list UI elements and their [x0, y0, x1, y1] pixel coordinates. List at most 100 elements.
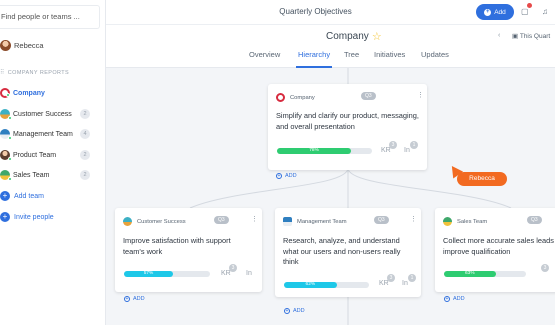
- card-header: Customer Success: [123, 217, 186, 226]
- more-icon[interactable]: ⋮: [251, 215, 258, 223]
- kr-count: 3: [229, 264, 237, 272]
- section-label: ⠿ COMPANY REPORTS: [0, 69, 69, 77]
- team-icon: [0, 109, 12, 120]
- top-bar: Quarterly Objectives + Add ▢ ♫: [106, 0, 555, 25]
- sidebar-item-management-team[interactable]: Management Team 4: [0, 127, 100, 141]
- add-button[interactable]: + Add: [476, 4, 514, 20]
- kr-count: 3: [541, 264, 549, 272]
- quarter-badge: Q3: [374, 216, 389, 224]
- plus-icon: +: [444, 296, 450, 302]
- card-team-name: Customer Success: [137, 218, 186, 225]
- sidebar: Find people or teams ... Rebecca ⠿ COMPA…: [0, 0, 106, 325]
- plus-icon: +: [484, 8, 492, 16]
- tab-hierarchy[interactable]: Hierarchy: [296, 50, 333, 68]
- add-child-button[interactable]: + ADD: [276, 173, 297, 179]
- sidebar-item-label: Company: [13, 89, 45, 97]
- plus-icon: +: [0, 212, 10, 222]
- progress-bar: 57%: [124, 271, 210, 277]
- kr-label[interactable]: KR: [381, 147, 391, 154]
- chevron-left-icon[interactable]: ‹: [498, 32, 500, 39]
- add-child-button[interactable]: + ADD: [124, 296, 145, 302]
- add-label: ADD: [453, 296, 465, 302]
- sidebar-item-label: Sales Team: [13, 171, 50, 179]
- team-icon: [443, 217, 452, 226]
- card-team-name: Sales Team: [457, 218, 488, 225]
- card-header: Sales Team: [443, 217, 487, 226]
- tabs: Overview Hierarchy Tree Initiatives Upda…: [106, 50, 555, 68]
- collaborator-cursor-tag: Rebecca: [457, 172, 507, 186]
- in-count: 1: [410, 141, 418, 149]
- quarter-badge: Q3: [214, 216, 229, 224]
- in-count: 1: [408, 274, 416, 282]
- inbox-icon[interactable]: ▢: [521, 7, 529, 16]
- tab-initiatives[interactable]: Initiatives: [374, 50, 405, 68]
- team-icon: [123, 217, 132, 226]
- progress-fill: 62%: [284, 282, 337, 288]
- sidebar-item-label: Product Team: [13, 151, 57, 159]
- add-team-button[interactable]: + Add team: [0, 189, 44, 203]
- add-child-button[interactable]: + ADD: [284, 308, 305, 314]
- company-title: Company ☆: [326, 30, 382, 43]
- sub-header: Company ☆ ‹ ▣ This Quart Overview Hierar…: [106, 25, 555, 68]
- invite-people-button[interactable]: + Invite people: [0, 210, 54, 224]
- progress-fill: 57%: [124, 271, 174, 277]
- count-badge: 2: [80, 170, 90, 180]
- objective-text[interactable]: Simplify and clarify our product, messag…: [276, 111, 421, 132]
- more-icon[interactable]: ⋮: [417, 91, 424, 99]
- add-label: ADD: [285, 173, 297, 179]
- sidebar-item-label: Management Team: [13, 130, 73, 138]
- sidebar-item-customer-success[interactable]: Customer Success 2: [0, 107, 100, 121]
- count-badge: 2: [80, 150, 90, 160]
- quarter-badge: Q3: [527, 216, 542, 224]
- in-label[interactable]: In: [404, 147, 410, 154]
- progress-bar: 62%: [284, 282, 369, 288]
- grid-icon: ⠿: [0, 70, 5, 76]
- add-child-button[interactable]: + ADD: [444, 296, 465, 302]
- objective-text[interactable]: Collect more accurate sales leads to imp…: [443, 236, 555, 257]
- add-label: ADD: [133, 296, 145, 302]
- current-user[interactable]: Rebecca: [0, 38, 44, 52]
- count-badge: 4: [80, 129, 90, 139]
- in-label[interactable]: In: [246, 270, 252, 277]
- objective-card-customer-success[interactable]: Customer Success Q3 ⋮ Improve satisfacti…: [115, 208, 262, 292]
- tab-overview[interactable]: Overview: [249, 50, 280, 68]
- company-title-text: Company: [326, 31, 369, 42]
- objective-card-management-team[interactable]: Management Team Q3 ⋮ Research, analyze, …: [275, 208, 421, 297]
- kr-label[interactable]: KR: [221, 270, 231, 277]
- progress-fill: 78%: [277, 148, 352, 154]
- tab-tree[interactable]: Tree: [344, 50, 359, 68]
- progress-bar: 78%: [277, 148, 372, 154]
- star-icon[interactable]: ☆: [372, 30, 382, 43]
- sidebar-item-product-team[interactable]: Product Team 2: [0, 148, 100, 162]
- target-icon: [0, 88, 10, 98]
- count-badge: 2: [80, 109, 90, 119]
- period-selector[interactable]: ▣ This Quart: [512, 32, 550, 40]
- tab-updates[interactable]: Updates: [421, 50, 449, 68]
- in-label[interactable]: In: [402, 280, 408, 287]
- card-team-name: Management Team: [297, 218, 347, 225]
- quarter-badge: Q3: [361, 92, 376, 100]
- objective-card-company[interactable]: Company Q3 ⋮ Simplify and clarify our pr…: [268, 84, 427, 170]
- avatar: [0, 39, 11, 51]
- add-label: ADD: [293, 308, 305, 314]
- hierarchy-canvas: Company Q3 ⋮ Simplify and clarify our pr…: [106, 68, 555, 325]
- team-icon: [0, 170, 12, 181]
- objective-text[interactable]: Improve satisfaction with support team's…: [123, 236, 253, 257]
- user-name: Rebecca: [14, 40, 44, 50]
- kr-count: 3: [389, 141, 397, 149]
- sidebar-item-company[interactable]: Company: [0, 86, 100, 100]
- add-button-label: Add: [494, 8, 506, 16]
- objective-card-sales-team[interactable]: Sales Team Q3 Collect more accurate sale…: [435, 208, 555, 292]
- target-icon: [276, 93, 285, 102]
- bell-icon[interactable]: ♫: [542, 7, 548, 16]
- more-icon[interactable]: ⋮: [410, 215, 417, 223]
- objective-text[interactable]: Research, analyze, and understand what o…: [283, 236, 411, 268]
- plus-icon: +: [276, 173, 282, 179]
- sidebar-item-sales-team[interactable]: Sales Team 2: [0, 168, 100, 182]
- team-icon: [283, 217, 292, 226]
- kr-label[interactable]: KR: [379, 280, 389, 287]
- notification-dot: [527, 3, 532, 8]
- team-icon: [0, 129, 12, 140]
- invite-people-label: Invite people: [14, 213, 54, 221]
- kr-count: 3: [387, 274, 395, 282]
